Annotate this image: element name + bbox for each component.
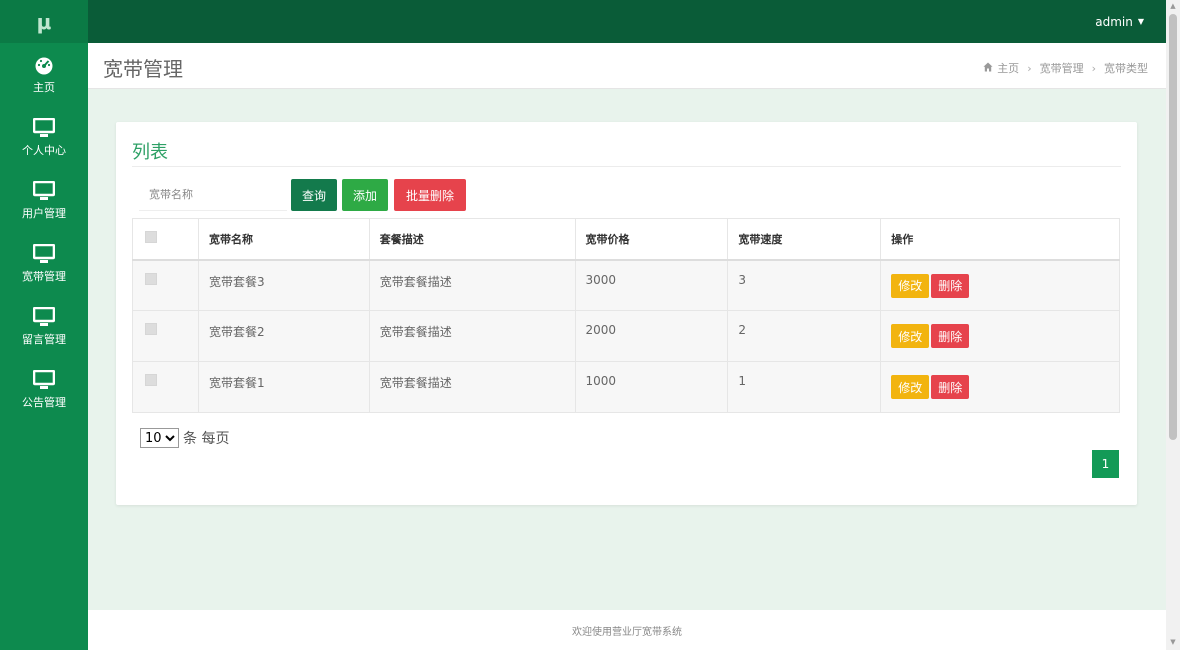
add-button[interactable]: 添加 [342,179,388,211]
sidebar-item-label: 主页 [33,81,55,94]
breadcrumb-broadband[interactable]: 宽带管理 [1040,60,1084,76]
cell-name: 宽带套餐3 [197,259,370,311]
page-size-label: 条 每页 [183,431,230,447]
sidebar-item-users[interactable]: 用户管理 [0,169,88,232]
cell-price: 1000 [574,361,729,413]
table-row: 宽带套餐1 宽带套餐描述 1000 1 修改 删除 [132,361,1120,413]
cell-name: 宽带套餐2 [197,310,370,362]
cell-name: 宽带套餐1 [197,361,370,413]
column-header: 操作 [880,218,1120,261]
cell-actions: 修改 删除 [880,310,1120,362]
sidebar-item-label: 宽带管理 [22,270,66,283]
monitor-icon [33,180,55,202]
sidebar: μ 主页 个人中心 用户管理 宽带管理 留言管理 公告管理 [0,0,88,650]
table-row: 宽带套餐2 宽带套餐描述 2000 2 修改 删除 [132,310,1120,362]
divider [132,166,1121,167]
sidebar-item-home[interactable]: 主页 [0,43,88,106]
page-title: 宽带管理 [103,57,183,81]
list-card: 列表 查询 添加 批量删除 宽带名称 套餐描述 宽带价格 宽带速度 操作 宽带套… [116,122,1137,505]
sidebar-item-profile[interactable]: 个人中心 [0,106,88,169]
edit-button[interactable]: 修改 [891,273,930,298]
cell-speed: 2 [727,310,882,362]
row-checkbox[interactable] [145,272,157,285]
cell-actions: 修改 删除 [880,361,1120,413]
column-header: 宽带速度 [727,218,882,261]
batch-delete-button[interactable]: 批量删除 [394,179,466,211]
home-icon [983,62,993,75]
monitor-icon [33,117,55,139]
scroll-thumb[interactable] [1169,14,1177,440]
page-size-select[interactable]: 10 [140,428,179,448]
edit-button[interactable]: 修改 [891,375,930,399]
breadcrumb-separator-icon: › [1091,61,1096,75]
sidebar-item-broadband[interactable]: 宽带管理 [0,232,88,295]
sidebar-item-announcements[interactable]: 公告管理 [0,358,88,421]
sidebar-item-messages[interactable]: 留言管理 [0,295,88,358]
username: admin [1095,14,1133,29]
cell-price: 3000 [574,259,729,311]
sidebar-item-label: 公告管理 [22,396,66,409]
select-all-checkbox[interactable] [145,231,157,244]
search-input[interactable] [139,179,287,211]
row-checkbox[interactable] [145,374,157,386]
cell-description: 宽带套餐描述 [368,361,576,413]
scroll-down-icon[interactable]: ▼ [1169,638,1177,646]
column-header: 套餐描述 [368,218,576,261]
column-header: 宽带价格 [574,218,729,261]
cell-description: 宽带套餐描述 [368,259,576,311]
caret-down-icon: ▼ [1137,17,1144,26]
cell-actions: 修改 删除 [880,259,1120,311]
row-checkbox[interactable] [145,323,157,335]
delete-button[interactable]: 删除 [931,324,970,348]
scrollbar[interactable]: ▲ ▼ [1166,0,1180,650]
top-navbar: admin ▼ [88,0,1166,43]
cell-speed: 3 [727,259,882,311]
delete-button[interactable]: 删除 [931,375,970,399]
dashboard-icon [33,54,55,76]
breadcrumb-current: 宽带类型 [1104,62,1148,75]
pagination-page-1[interactable]: 1 [1092,450,1119,478]
sidebar-item-label: 用户管理 [22,207,66,220]
cell-speed: 1 [727,361,882,413]
edit-button[interactable]: 修改 [891,324,930,348]
monitor-icon [33,369,55,391]
cell-description: 宽带套餐描述 [368,310,576,362]
page-size-control: 10 条 每页 [140,428,229,448]
delete-button[interactable]: 删除 [931,273,970,298]
query-button[interactable]: 查询 [291,179,337,211]
sidebar-item-label: 个人中心 [22,144,66,157]
monitor-icon [33,306,55,328]
cell-price: 2000 [574,310,729,362]
sidebar-item-label: 留言管理 [22,333,66,346]
footer: 欢迎使用营业厅宽带系统 [88,610,1166,650]
scroll-up-icon[interactable]: ▲ [1169,2,1177,10]
brand-logo[interactable]: μ [0,0,88,43]
breadcrumb-home[interactable]: 主页 [997,60,1019,76]
breadcrumb: 主页 › 宽带管理 › 宽带类型 [983,60,1148,76]
table-row: 宽带套餐3 宽带套餐描述 3000 3 修改 删除 [132,259,1120,311]
monitor-icon [33,243,55,265]
page-header: 宽带管理 主页 › 宽带管理 › 宽带类型 [88,43,1166,89]
breadcrumb-separator-icon: › [1027,61,1032,75]
user-menu[interactable]: admin ▼ [1095,0,1144,43]
table-header-row: 宽带名称 套餐描述 宽带价格 宽带速度 操作 [132,218,1120,261]
column-header: 宽带名称 [197,218,370,261]
data-table: 宽带名称 套餐描述 宽带价格 宽带速度 操作 宽带套餐3 宽带套餐描述 3000… [132,218,1120,413]
card-title: 列表 [132,142,168,163]
